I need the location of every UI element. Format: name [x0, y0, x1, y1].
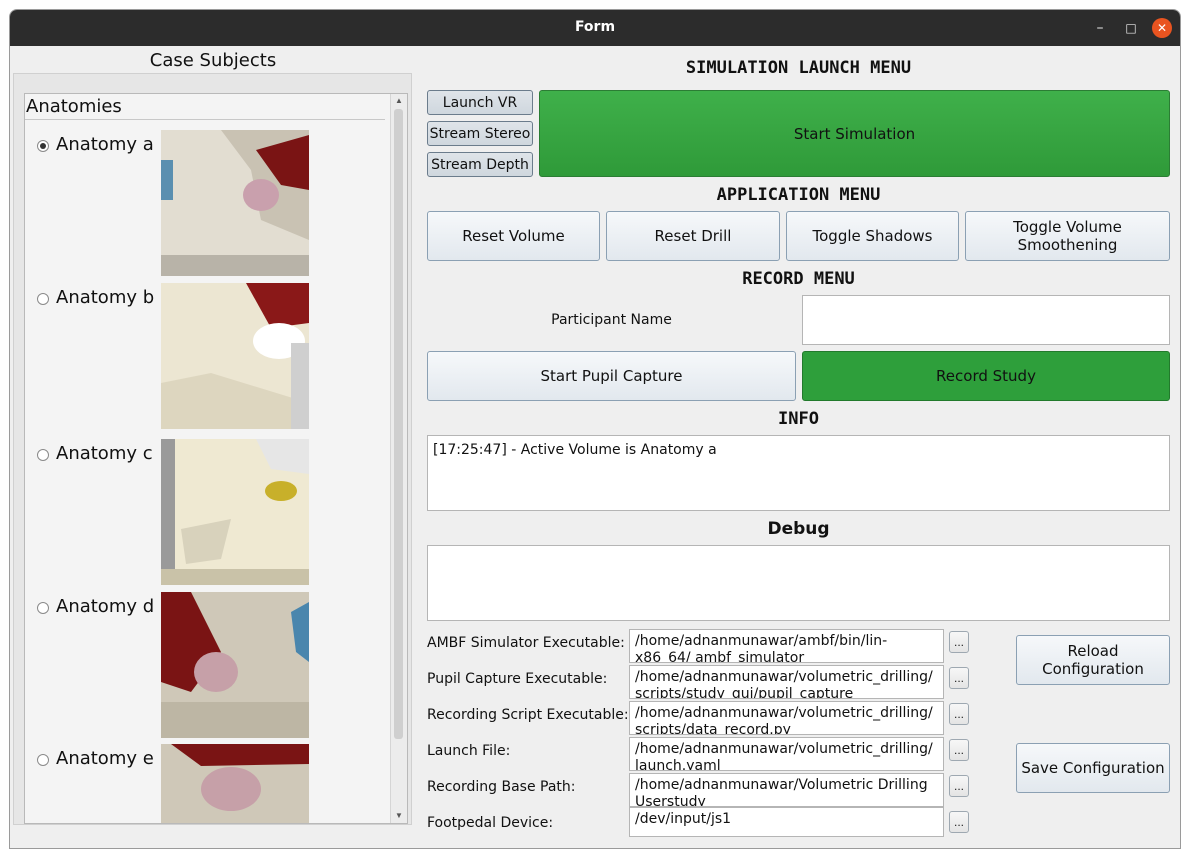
anatomy-a-radio[interactable]	[37, 140, 49, 152]
pupil-executable-field[interactable]: /home/adnanmunawar/volumetric_drilling/ …	[629, 665, 944, 699]
info-log[interactable]: [17:25:47] - Active Volume is Anatomy a	[427, 435, 1170, 511]
launch-file-label: Launch File:	[427, 743, 511, 759]
footpedal-device-label: Footpedal Device:	[427, 815, 554, 831]
anatomy-b-radio[interactable]	[37, 293, 49, 305]
list-header: Anatomies	[25, 94, 385, 120]
recording-script-label: Recording Script Executable:	[427, 707, 629, 723]
ambf-browse-button[interactable]: ...	[949, 631, 969, 653]
launch-file-field[interactable]: /home/adnanmunawar/volumetric_drilling/ …	[629, 737, 944, 771]
participant-name-input[interactable]	[802, 295, 1170, 345]
anatomy-e-radio[interactable]	[37, 754, 49, 766]
anatomy-e-thumbnail	[161, 744, 309, 823]
pupil-browse-button[interactable]: ...	[949, 667, 969, 689]
record-menu-heading: RECORD MENU	[742, 269, 855, 289]
list-scrollbar[interactable]: ▲ ▼	[390, 94, 407, 823]
anatomy-b-label: Anatomy b	[56, 287, 155, 308]
participant-name-label: Participant Name	[551, 312, 672, 328]
anatomy-d-radio[interactable]	[37, 602, 49, 614]
anatomy-b-thumbnail	[161, 283, 309, 429]
maximize-icon[interactable]: □	[1121, 18, 1141, 38]
scroll-down-icon[interactable]: ▼	[391, 809, 407, 823]
anatomy-d-thumbnail	[161, 592, 309, 738]
anatomy-a-label: Anatomy a	[56, 134, 154, 155]
start-pupil-capture-button[interactable]: Start Pupil Capture	[427, 351, 796, 401]
start-simulation-button[interactable]: Start Simulation	[539, 90, 1170, 177]
minimize-icon[interactable]: –	[1090, 18, 1110, 38]
pupil-executable-label: Pupil Capture Executable:	[427, 671, 608, 687]
footpedal-device-field[interactable]: /dev/input/js1	[629, 807, 944, 837]
anatomy-d-label: Anatomy d	[56, 596, 155, 617]
recording-script-browse-button[interactable]: ...	[949, 703, 969, 725]
anatomies-list[interactable]: Anatomies Anatomy a Anatomy b Anatomy c	[24, 93, 408, 824]
anatomy-e-label: Anatomy e	[56, 748, 154, 769]
scroll-thumb[interactable]	[394, 109, 403, 739]
info-heading: INFO	[778, 409, 819, 429]
stream-depth-button[interactable]: Stream Depth	[427, 152, 533, 177]
reset-drill-button[interactable]: Reset Drill	[606, 211, 780, 261]
anatomy-c-radio[interactable]	[37, 449, 49, 461]
application-menu-heading: APPLICATION MENU	[716, 185, 881, 205]
anatomy-c-label: Anatomy c	[56, 443, 153, 464]
close-icon[interactable]: ✕	[1152, 18, 1172, 38]
debug-heading: Debug	[767, 519, 830, 539]
ambf-executable-label: AMBF Simulator Executable:	[427, 635, 625, 651]
title-bar: Form – □ ✕	[10, 10, 1180, 46]
footpedal-browse-button[interactable]: ...	[949, 811, 969, 833]
stream-stereo-button[interactable]: Stream Stereo	[427, 121, 533, 146]
launch-file-browse-button[interactable]: ...	[949, 739, 969, 761]
record-study-button[interactable]: Record Study	[802, 351, 1170, 401]
reset-volume-button[interactable]: Reset Volume	[427, 211, 600, 261]
save-configuration-button[interactable]: Save Configuration	[1016, 743, 1170, 793]
ambf-executable-field[interactable]: /home/adnanmunawar/ambf/bin/lin-x86_64/ …	[629, 629, 944, 663]
launch-vr-button[interactable]: Launch VR	[427, 90, 533, 115]
toggle-shadows-button[interactable]: Toggle Shadows	[786, 211, 959, 261]
scroll-up-icon[interactable]: ▲	[391, 94, 407, 108]
window-title: Form	[574, 19, 616, 35]
recording-script-field[interactable]: /home/adnanmunawar/volumetric_drilling/ …	[629, 701, 944, 735]
anatomy-c-thumbnail	[161, 439, 309, 585]
recording-base-path-label: Recording Base Path:	[427, 779, 576, 795]
debug-log[interactable]	[427, 545, 1170, 621]
anatomy-a-thumbnail	[161, 130, 309, 276]
reload-configuration-button[interactable]: Reload Configuration	[1016, 635, 1170, 685]
recording-base-path-browse-button[interactable]: ...	[949, 775, 969, 797]
sim-launch-heading: SIMULATION LAUNCH MENU	[685, 58, 912, 78]
recording-base-path-field[interactable]: /home/adnanmunawar/Volumetric Drilling U…	[629, 773, 944, 807]
toggle-volume-smoothening-button[interactable]: Toggle Volume Smoothening	[965, 211, 1170, 261]
